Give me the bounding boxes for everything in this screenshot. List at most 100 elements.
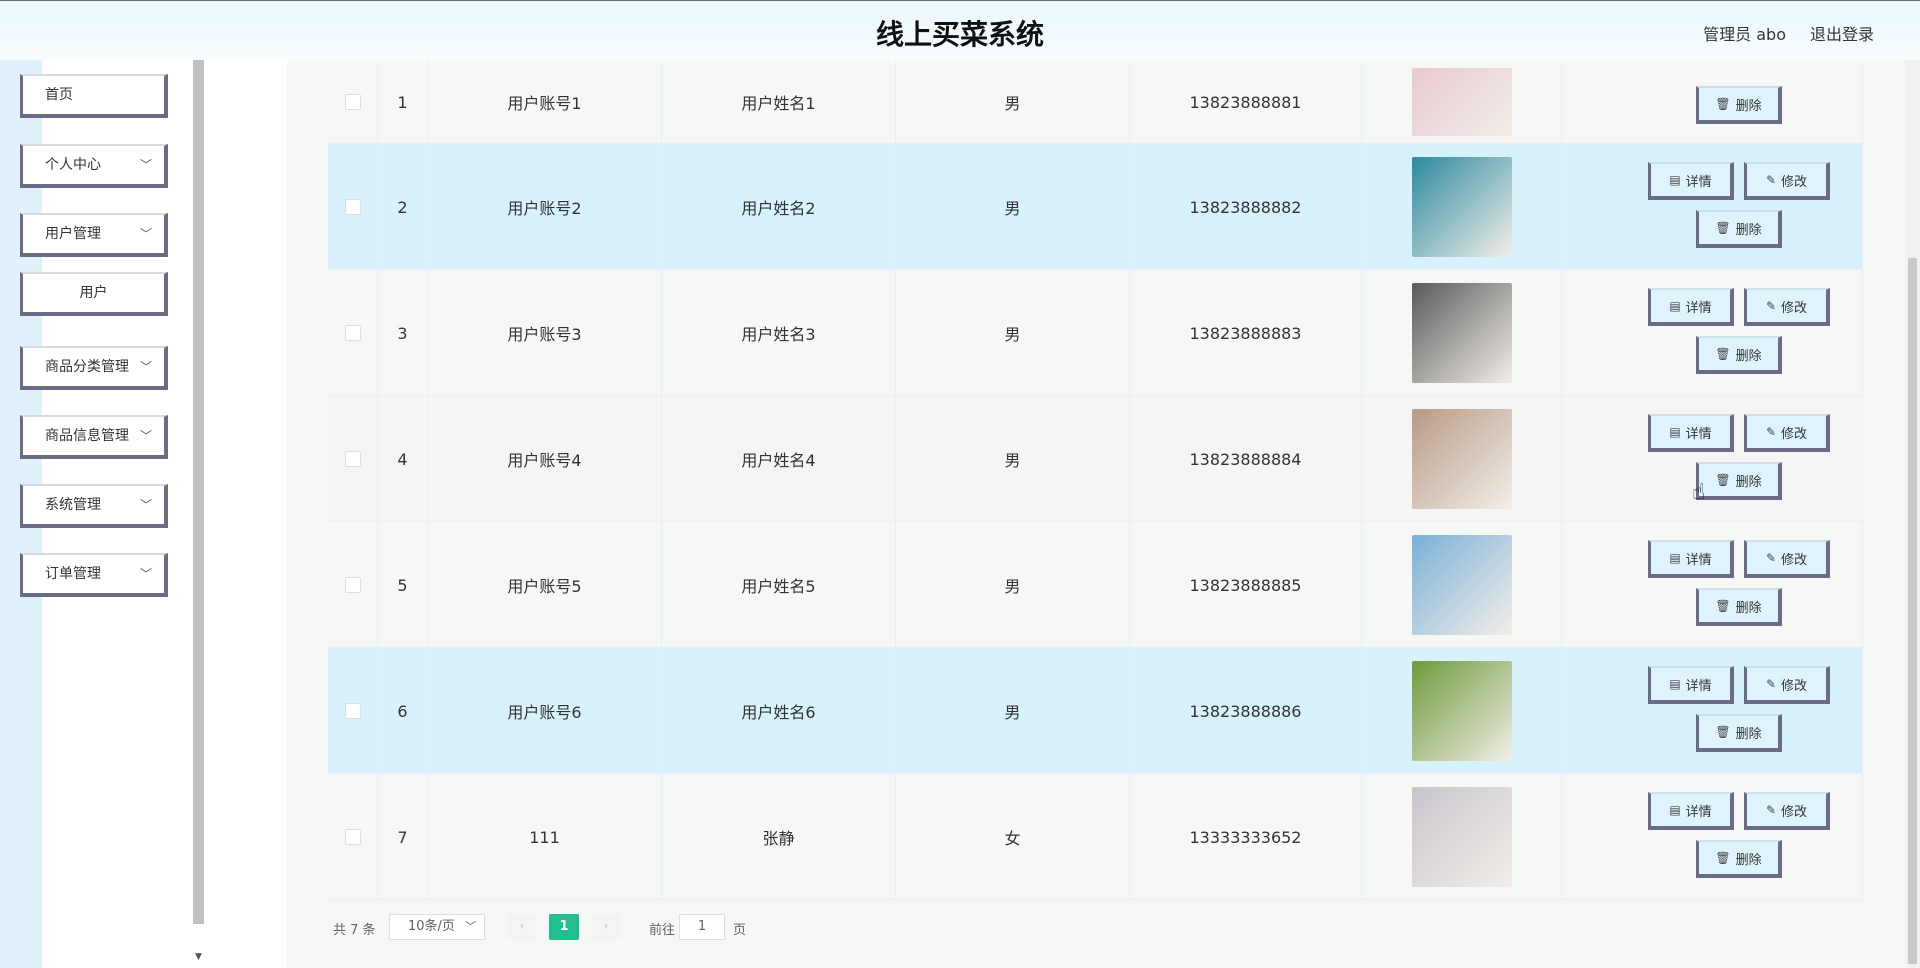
row-checkbox[interactable] [344,703,361,719]
sidebar-item-label: 用户 [79,285,108,301]
name-cell: 用户姓名4 [662,396,896,522]
goto-page-input[interactable]: 1 [679,914,725,940]
page-size-value: 10条/页 [408,919,455,934]
page-size-select[interactable]: 10条/页 ﹀ [389,914,485,940]
sidebar-subitem-users[interactable]: 用户 [20,272,168,316]
document-icon: ▤ [1669,551,1681,565]
chevron-down-icon: ﹀ [139,227,152,241]
sidebar-item-label: 商品信息管理 [45,428,129,444]
delete-button[interactable]: 🗑 删除 [1696,86,1782,124]
sidebar-item-category-management[interactable]: 商品分类管理 ﹀ [20,346,168,390]
trash-icon: 🗑 [1715,851,1731,865]
phone-cell: 13823888885 [1130,522,1362,648]
row-checkbox[interactable] [344,829,361,845]
index-cell: 4 [378,396,428,522]
account-cell: 用户账号4 [428,396,662,522]
edit-button[interactable]: ✎ 修改 [1744,288,1830,326]
phone-cell: 13823888882 [1130,144,1362,270]
checkbox-cell [328,396,378,522]
detail-button[interactable]: ▤ 详情 [1648,666,1734,704]
index-cell: 2 [378,144,428,270]
delete-button[interactable]: 🗑 删除 [1696,840,1782,878]
checkbox-cell [328,522,378,648]
delete-button[interactable]: 🗑 删除 [1696,462,1782,500]
button-label: 删除 [1735,852,1762,868]
avatar [1411,157,1512,257]
chevron-down-icon: ﹀ [139,567,152,581]
chevron-down-icon: ﹀ [465,920,476,933]
avatar [1411,535,1512,635]
row-checkbox[interactable] [344,451,361,467]
actions-cell: ▤ 详情 ✎ 修改 🗑 删除 [1562,270,1863,396]
actions-cell: ▤ 详情 ✎ 修改 🗑 删除 [1562,396,1863,522]
delete-button[interactable]: 🗑 删除 [1696,210,1782,248]
button-label: 详情 [1685,426,1712,442]
main-scroll-thumb[interactable] [1908,258,1917,964]
detail-button[interactable]: ▤ 详情 [1648,288,1734,326]
trash-icon: 🗑 [1715,599,1731,613]
delete-button[interactable]: 🗑 删除 [1696,336,1782,374]
trash-icon: 🗑 [1715,473,1731,487]
phone-cell: 13333333652 [1130,774,1362,900]
trash-icon: 🗑 [1715,221,1731,235]
avatar [1411,283,1512,383]
row-checkbox[interactable] [344,94,361,110]
detail-button[interactable]: ▤ 详情 [1648,792,1734,830]
page-title: 线上买菜系统 [875,18,1044,51]
current-page-button[interactable]: 1 [549,914,579,940]
sidebar-item-product-management[interactable]: 商品信息管理 ﹀ [20,415,168,459]
detail-button[interactable]: ▤ 详情 [1648,414,1734,452]
name-cell: 用户姓名2 [662,144,896,270]
next-page-button[interactable]: › [591,914,621,940]
sidebar-item-label: 个人中心 [45,157,101,173]
edit-button[interactable]: ✎ 修改 [1744,540,1830,578]
delete-button[interactable]: 🗑 删除 [1696,714,1782,752]
sidebar-item-user-management[interactable]: 用户管理 ﹀ [20,213,168,257]
delete-button[interactable]: 🗑 删除 [1696,588,1782,626]
sidebar-item-home[interactable]: 首页 [20,74,168,118]
logout-link[interactable]: 退出登录 [1810,21,1874,45]
row-checkbox[interactable] [344,577,361,593]
name-cell: 张静 [662,774,896,900]
total-count: 共 7 条 [333,923,376,938]
checkbox-cell [328,60,378,144]
row-checkbox[interactable] [344,199,361,215]
edit-button[interactable]: ✎ 修改 [1744,792,1830,830]
checkbox-cell [328,270,378,396]
edit-button[interactable]: ✎ 修改 [1744,414,1830,452]
button-label: 详情 [1685,804,1712,820]
detail-button[interactable]: ▤ 详情 [1648,162,1734,200]
sidebar-item-personal-center[interactable]: 个人中心 ﹀ [20,144,168,188]
pencil-icon: ✎ [1765,425,1777,439]
detail-button[interactable]: ▤ 详情 [1648,540,1734,578]
gender-cell: 男 [896,396,1130,522]
prev-page-button[interactable]: ‹ [507,914,537,940]
account-cell: 用户账号2 [428,144,662,270]
row-checkbox[interactable] [344,325,361,341]
avatar [1411,409,1512,509]
scroll-down-arrow-icon[interactable]: ▼ [193,952,204,966]
sidebar-item-order-management[interactable]: 订单管理 ﹀ [20,553,168,597]
chevron-down-icon: ﹀ [139,158,152,172]
sidebar-item-system-management[interactable]: 系统管理 ﹀ [20,484,168,528]
name-cell: 用户姓名6 [662,648,896,774]
edit-button[interactable]: ✎ 修改 [1744,666,1830,704]
table-row: 5 用户账号5 用户姓名5 男 13823888885 ▤ 详情 ✎ 修改 🗑 删除 [328,522,1863,648]
phone-cell: 13823888884 [1130,396,1362,522]
account-cell: 用户账号3 [428,270,662,396]
edit-button[interactable]: ✎ 修改 [1744,162,1830,200]
button-label: 详情 [1685,300,1712,316]
index-cell: 5 [378,522,428,648]
sidebar-scroll-thumb[interactable] [193,60,204,924]
document-icon: ▤ [1669,803,1681,817]
goto-label: 前往 [649,923,676,938]
actions-cell: ▤ 详情 ✎ 修改 🗑 删除 [1562,648,1863,774]
button-label: 修改 [1781,174,1808,190]
avatar [1411,787,1512,887]
avatar-cell [1362,522,1562,648]
trash-icon: 🗑 [1715,725,1731,739]
document-icon: ▤ [1669,299,1681,313]
button-label: 修改 [1781,552,1808,568]
account-cell: 用户账号5 [428,522,662,648]
gender-cell: 男 [896,144,1130,270]
